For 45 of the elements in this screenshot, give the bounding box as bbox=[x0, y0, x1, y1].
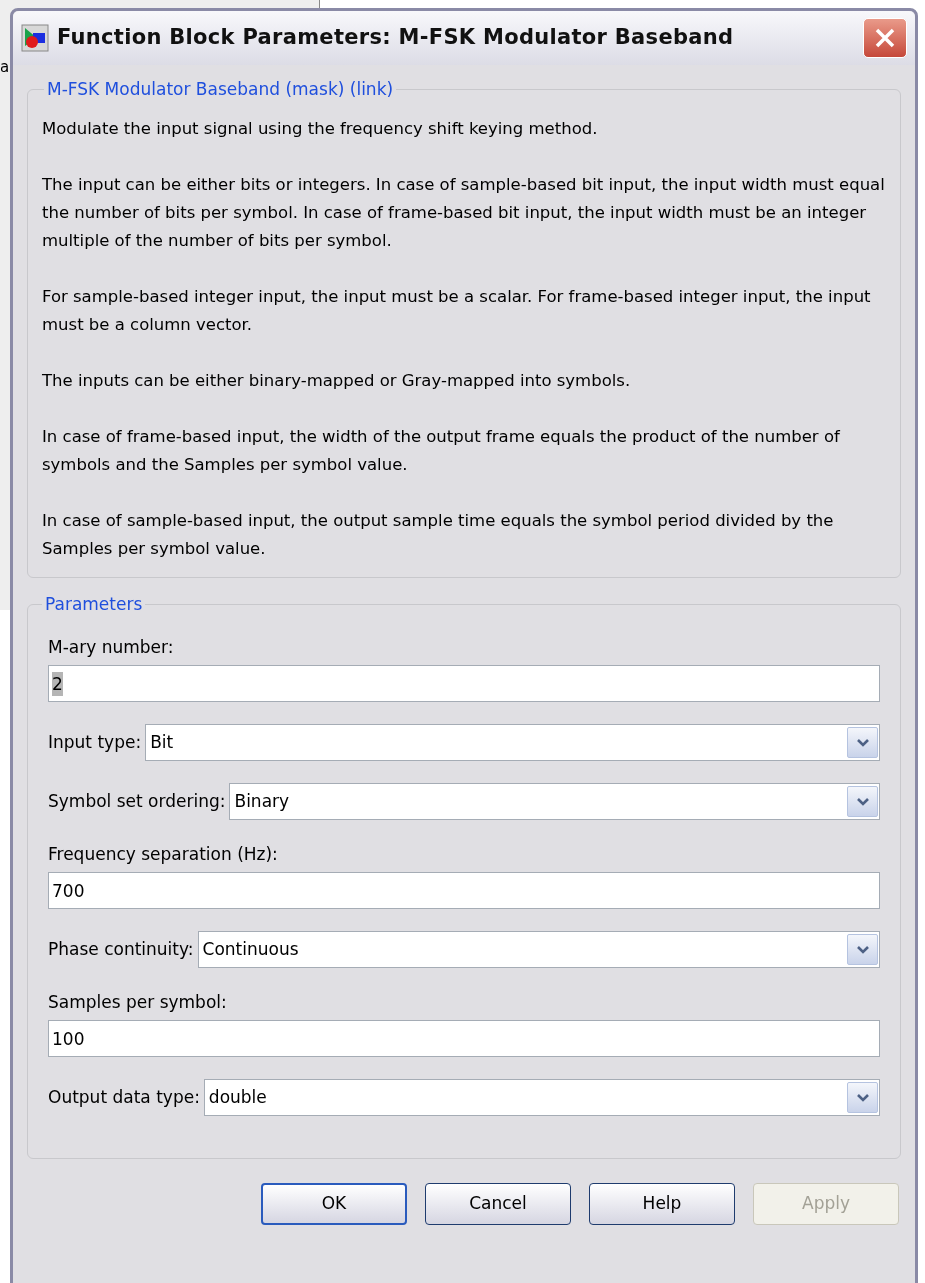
field-value: 2 bbox=[52, 671, 63, 696]
caret-icon bbox=[855, 796, 870, 807]
description-paragraph: In case of frame-based input, the width of the output frame equals the product of the number of symbols and the Samples per symbol value. bbox=[42, 425, 841, 476]
description-paragraph: In case of sample-based input, the output sample time equals the symbol period divided by the Samples per symbol value. bbox=[42, 509, 835, 560]
dialog-button[interactable]: Help bbox=[589, 1183, 735, 1225]
field-label: Symbol set ordering: bbox=[48, 789, 226, 813]
description-paragraph: Modulate the input signal using the frequency shift keying method. bbox=[42, 117, 599, 140]
field-label: M-ary number: bbox=[48, 636, 175, 659]
dropdown-arrow-button[interactable] bbox=[847, 727, 878, 758]
field-label: Phase continuity: bbox=[48, 937, 194, 961]
dropdown-arrow-button[interactable] bbox=[847, 1082, 878, 1113]
dropdown[interactable]: Binary bbox=[229, 783, 880, 820]
dropdown-arrow-button[interactable] bbox=[847, 786, 878, 817]
close-button[interactable] bbox=[863, 18, 907, 58]
group-legend: M-FSK Modulator Baseband (mask) (link) bbox=[44, 77, 397, 103]
caret-icon bbox=[855, 944, 870, 955]
field-label: Frequency separation (Hz): bbox=[48, 843, 279, 866]
dropdown[interactable]: Continuous bbox=[197, 931, 880, 968]
description-paragraph: The input can be either bits or integers. In case of sample-based bit input, the input width must equal the number of bits per symbol. In case of frame-based bit input, the input width must be an integer multiple of the number of bits per symbol. bbox=[42, 173, 886, 252]
input-field[interactable]: 2 bbox=[48, 665, 880, 702]
caret-icon bbox=[855, 1092, 870, 1103]
close-icon bbox=[874, 27, 896, 49]
field-value: 100 bbox=[52, 1027, 85, 1051]
dropdown-value: Continuous bbox=[202, 937, 300, 961]
window-title: Function Block Parameters: M-FSK Modulator Baseband bbox=[57, 24, 735, 52]
description-paragraph: The inputs can be either binary-mapped or Gray-mapped into symbols. bbox=[42, 369, 632, 392]
field-label: Samples per symbol: bbox=[48, 991, 228, 1014]
description-paragraph: For sample-based integer input, the input must be a scalar. For frame-based integer input, the input must be a column vector. bbox=[42, 285, 872, 336]
input-field[interactable]: 100 bbox=[48, 1020, 880, 1057]
dropdown-value: Bit bbox=[150, 730, 175, 754]
app-icon bbox=[21, 24, 49, 52]
dialog-button[interactable]: Cancel bbox=[425, 1183, 571, 1225]
dropdown-arrow-button[interactable] bbox=[847, 934, 878, 965]
dropdown-value: double bbox=[208, 1085, 268, 1109]
background-text: a bbox=[0, 57, 10, 78]
group-legend: Parameters bbox=[42, 591, 146, 617]
caret-icon bbox=[855, 737, 870, 748]
dropdown[interactable]: Bit bbox=[145, 724, 880, 761]
dropdown[interactable]: double bbox=[203, 1079, 880, 1116]
dropdown-value: Binary bbox=[234, 789, 291, 813]
input-field[interactable]: 700 bbox=[48, 872, 880, 909]
dialog-button[interactable]: OK bbox=[261, 1183, 407, 1225]
field-label: Output data type: bbox=[48, 1085, 200, 1109]
field-value: 700 bbox=[52, 879, 85, 903]
field-label: Input type: bbox=[48, 730, 142, 754]
